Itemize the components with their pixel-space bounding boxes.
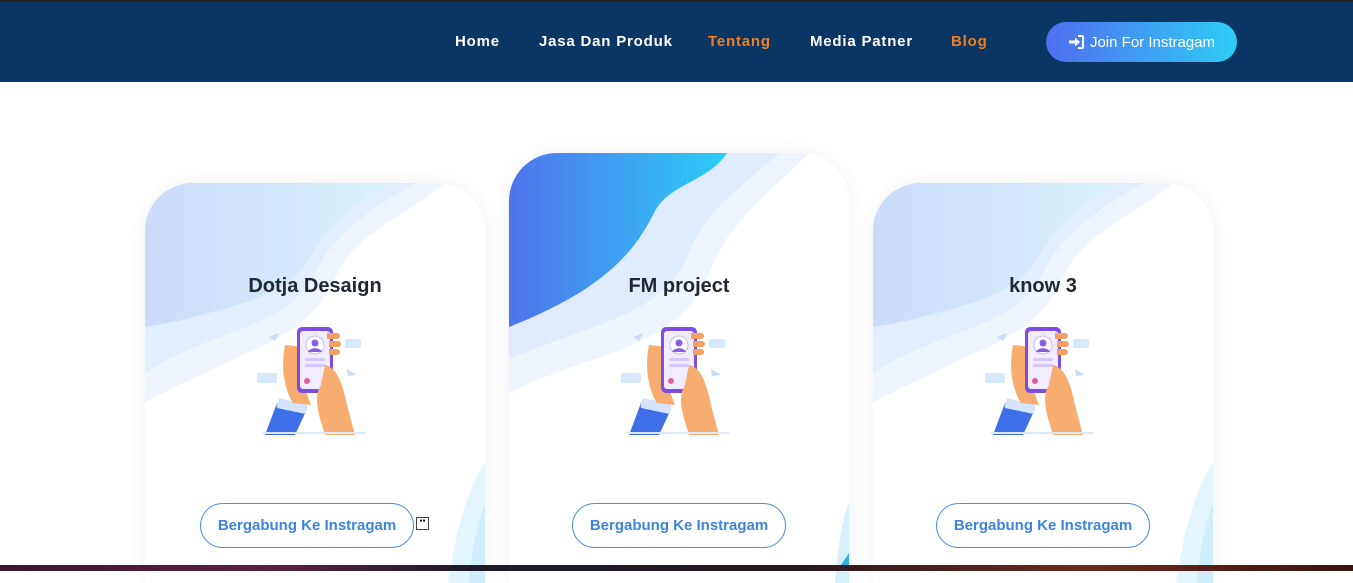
nav-link-media-patner[interactable]: Media Patner: [810, 33, 913, 50]
join-instagram-card-button[interactable]: Bergabung Ke Instragam: [572, 503, 786, 548]
phone-profile-illustration: x: [985, 327, 1093, 435]
navbar: Home Jasa Dan Produk Tentang Media Patne…: [0, 2, 1353, 82]
join-instagram-card-button[interactable]: Bergabung Ke Instragam: [200, 503, 414, 548]
card-title: Dotja Desaign: [248, 275, 382, 297]
nav-link-tentang[interactable]: Tentang: [708, 33, 771, 50]
card-dotja-desaign: Dotja Desaign x Bergabung Ke Instragam: [145, 183, 485, 583]
card-title: know 3: [1009, 275, 1077, 297]
phone-profile-illustration: x: [257, 327, 365, 435]
sign-in-icon: [1068, 35, 1084, 49]
card-title: FM project: [628, 275, 730, 297]
card-know-3: know 3 x Bergabung Ke Instragam: [873, 183, 1213, 583]
phone-profile-illustration: x: [621, 327, 729, 435]
join-instagram-button[interactable]: Join For Instragam: [1046, 22, 1237, 62]
nav-link-home[interactable]: Home: [455, 33, 500, 50]
join-button-label: Join For Instragam: [1089, 33, 1216, 51]
nav-link-blog[interactable]: Blog: [951, 33, 988, 50]
bottom-image-strip: [0, 565, 1353, 571]
join-instagram-card-button[interactable]: Bergabung Ke Instragam: [936, 503, 1150, 548]
card-fm-project: FM project x Bergabung Ke Instragam: [509, 153, 849, 583]
missing-glyph-icon: ▪▪: [416, 517, 429, 530]
nav-link-jasa-dan-produk[interactable]: Jasa Dan Produk: [539, 33, 673, 50]
